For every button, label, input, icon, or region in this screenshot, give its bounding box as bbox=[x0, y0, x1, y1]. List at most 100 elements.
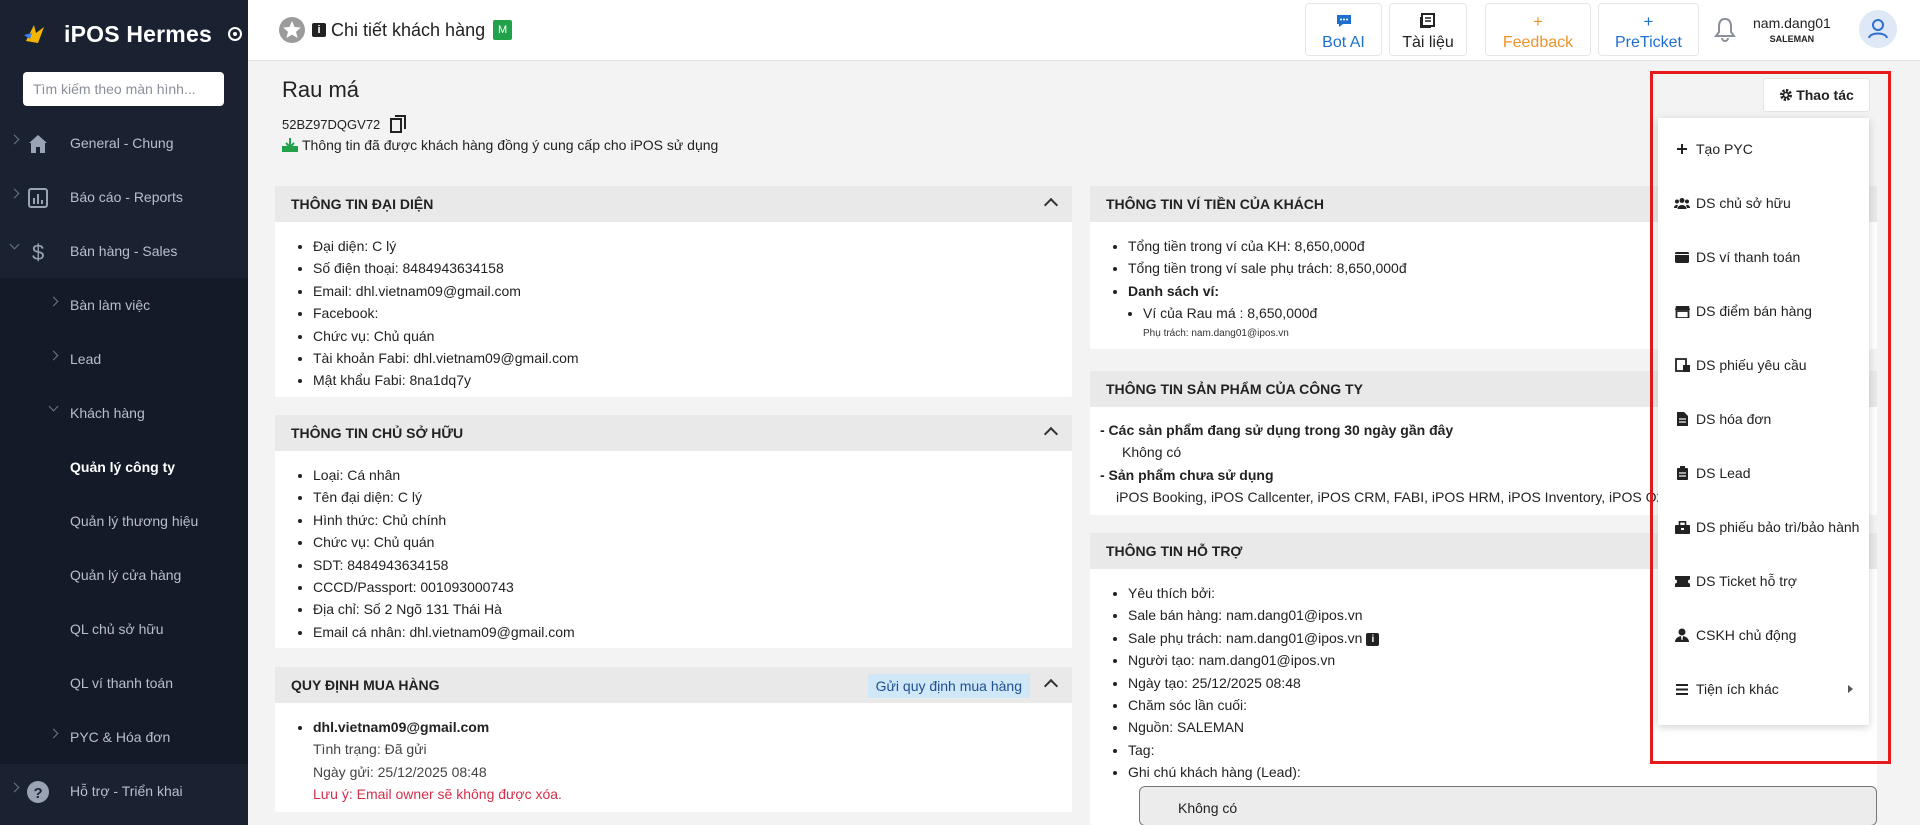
bot-ai-label: Bot AI bbox=[1322, 34, 1365, 51]
customer-code: 52BZ97DQGV72 bbox=[282, 116, 381, 132]
sidebar-item-sales[interactable]: $ Bán hàng - Sales bbox=[0, 224, 248, 278]
list-item: Facebook: bbox=[313, 302, 1072, 324]
list-item: Số điện thoại: 8484943634158 bbox=[313, 257, 1072, 279]
card-title: THÔNG TIN ĐẠI DIỆN bbox=[291, 196, 434, 212]
card-title: THÔNG TIN CHỦ SỞ HỮU bbox=[291, 425, 464, 441]
sidebar-item-workspace[interactable]: Bàn làm việc bbox=[0, 278, 248, 332]
sidebar-item-pyc-invoice[interactable]: PYC & Hóa đơn bbox=[0, 710, 248, 764]
sidebar-search-input[interactable] bbox=[23, 72, 224, 106]
customer-code-row: 52BZ97DQGV72 bbox=[282, 115, 407, 133]
menu-item-more-utilities[interactable]: Tiện ích khác bbox=[1658, 669, 1869, 709]
copy-icon[interactable] bbox=[390, 115, 407, 133]
menu-item-label: DS phiếu bảo trì/bảo hành bbox=[1696, 519, 1860, 535]
sidebar-item-label: Hỗ trợ - Triển khai bbox=[70, 783, 183, 799]
menu-item-support-tickets[interactable]: DS Ticket hỗ trợ bbox=[1658, 561, 1869, 601]
page-header: i Chi tiết khách hàng M bbox=[278, 16, 513, 44]
chevron-right-icon bbox=[48, 728, 59, 739]
dollar-icon: $ bbox=[32, 240, 44, 264]
sidebar: iPOS Hermes General - Chung Báo cáo - Re… bbox=[0, 0, 248, 825]
list-item: Tài khoản Fabi: dhl.vietnam09@gmail.com bbox=[313, 347, 1072, 369]
sidebar-item-general[interactable]: General - Chung bbox=[0, 116, 248, 170]
consent-row: Thông tin đã được khách hàng đồng ý cung… bbox=[282, 137, 718, 153]
owner-card: THÔNG TIN CHỦ SỞ HỮU Loại: Cá nhân Tên đ… bbox=[275, 415, 1072, 648]
info-icon: i bbox=[312, 23, 326, 37]
purchase-note: Lưu ý: Email owner sẽ không được xóa. bbox=[313, 786, 562, 803]
menu-item-maintenance[interactable]: DS phiếu bảo trì/bảo hành bbox=[1658, 507, 1869, 547]
ticket-icon bbox=[1674, 573, 1690, 589]
avatar[interactable] bbox=[1859, 10, 1897, 48]
actions-button[interactable]: Thao tác bbox=[1763, 78, 1870, 112]
preticket-button[interactable]: + PreTicket bbox=[1598, 3, 1699, 56]
list-item: Hình thức: Chủ chính bbox=[313, 509, 1072, 531]
chevron-up-icon[interactable] bbox=[1043, 426, 1059, 442]
sidebar-item-label: Lead bbox=[70, 351, 102, 367]
menu-item-leads[interactable]: DS Lead bbox=[1658, 453, 1869, 493]
bell-icon[interactable] bbox=[1713, 16, 1737, 42]
sidebar-item-label: PYC & Hóa đơn bbox=[70, 729, 171, 745]
users-icon bbox=[1674, 195, 1690, 211]
sidebar-item-stores[interactable]: Quản lý cửa hàng bbox=[0, 548, 248, 602]
status-badge: M bbox=[493, 20, 513, 40]
list-item: Chức vụ: Chủ quán bbox=[313, 531, 1072, 553]
representative-card: THÔNG TIN ĐẠI DIỆN Đại diện: C lý Số điệ… bbox=[275, 186, 1072, 397]
list-item: Đại diện: C lý bbox=[313, 235, 1072, 257]
sidebar-item-label: QL ví thanh toán bbox=[70, 675, 173, 691]
sidebar-item-reports[interactable]: Báo cáo - Reports bbox=[0, 170, 248, 224]
sidebar-item-customers[interactable]: Khách hàng bbox=[0, 386, 248, 440]
user-tie-icon bbox=[1674, 627, 1690, 643]
sidebar-item-brand[interactable]: Quản lý thương hiệu bbox=[0, 494, 248, 548]
menu-item-create-pyc[interactable]: Tạo PYC bbox=[1658, 129, 1869, 169]
favorite-star-icon[interactable] bbox=[278, 16, 306, 44]
menu-icon bbox=[1674, 681, 1690, 697]
purchase-header[interactable]: QUY ĐỊNH MUA HÀNG Gửi quy định mua hàng bbox=[275, 667, 1072, 703]
chevron-down-icon bbox=[48, 401, 59, 412]
sidebar-item-owners[interactable]: QL chủ sở hữu bbox=[0, 602, 248, 656]
card-title: THÔNG TIN VÍ TIỀN CỦA KHÁCH bbox=[1106, 196, 1325, 212]
owner-header[interactable]: THÔNG TIN CHỦ SỞ HỮU bbox=[275, 415, 1072, 451]
docs-button[interactable]: Tài liệu bbox=[1389, 3, 1467, 56]
feedback-button[interactable]: + Feedback bbox=[1485, 3, 1591, 56]
info-icon[interactable]: i bbox=[1366, 632, 1380, 646]
feedback-label: Feedback bbox=[1502, 34, 1574, 51]
send-purchase-policy-button[interactable]: Gửi quy định mua hàng bbox=[867, 674, 1030, 698]
purchase-email: dhl.vietnam09@gmail.com bbox=[313, 719, 490, 735]
menu-item-invoices[interactable]: DS hóa đơn bbox=[1658, 399, 1869, 439]
menu-item-label: DS ví thanh toán bbox=[1696, 249, 1801, 265]
purchase-status: Tình trạng: Đã gửi bbox=[313, 741, 427, 758]
username: nam.dang01 bbox=[1753, 15, 1831, 31]
user-info[interactable]: nam.dang01 SALEMAN bbox=[1753, 15, 1831, 44]
bot-ai-button[interactable]: Bot AI bbox=[1305, 3, 1382, 56]
list-item: Email cá nhân: dhl.vietnam09@gmail.com bbox=[313, 621, 1072, 643]
app-logo-icon bbox=[24, 25, 44, 43]
sidebar-item-wallets[interactable]: QL ví thanh toán bbox=[0, 656, 248, 710]
radio-dot-icon[interactable] bbox=[227, 27, 242, 41]
chevron-up-icon[interactable] bbox=[1043, 678, 1059, 694]
sidebar-item-company[interactable]: Quản lý công ty bbox=[0, 440, 248, 494]
chevron-up-icon[interactable] bbox=[1043, 197, 1059, 213]
list-item: Ghi chú khách hàng (Lead): bbox=[1128, 761, 1877, 783]
book-icon bbox=[1390, 12, 1466, 32]
help-icon: ? bbox=[27, 781, 49, 803]
menu-item-label: DS hóa đơn bbox=[1696, 411, 1772, 427]
menu-item-owners[interactable]: DS chủ sở hữu bbox=[1658, 183, 1869, 223]
menu-item-stores[interactable]: DS điểm bán hàng bbox=[1658, 291, 1869, 331]
menu-item-label: DS chủ sở hữu bbox=[1696, 195, 1791, 211]
sidebar-item-label: Bán hàng - Sales bbox=[70, 243, 178, 259]
list-item: Chức vụ: Chủ quán bbox=[313, 325, 1072, 347]
menu-item-wallets[interactable]: DS ví thanh toán bbox=[1658, 237, 1869, 277]
menu-item-label: DS Ticket hỗ trợ bbox=[1696, 573, 1797, 589]
sidebar-item-label: General - Chung bbox=[70, 135, 174, 151]
purchase-list: dhl.vietnam09@gmail.com Tình trạng: Đã g… bbox=[275, 716, 1072, 806]
sidebar-item-lead[interactable]: Lead bbox=[0, 332, 248, 386]
plus-icon: + bbox=[1533, 12, 1543, 31]
menu-item-label: DS điểm bán hàng bbox=[1696, 303, 1812, 319]
actions-label: Thao tác bbox=[1796, 87, 1854, 103]
menu-item-requests[interactable]: DS phiếu yêu cầu bbox=[1658, 345, 1869, 385]
sidebar-item-support[interactable]: ? Hỗ trợ - Triển khai bbox=[0, 764, 248, 818]
card-title: THÔNG TIN SẢN PHẨM CỦA CÔNG TY bbox=[1106, 381, 1363, 397]
menu-item-label: Tiện ích khác bbox=[1696, 681, 1779, 697]
topbar: i Chi tiết khách hàng M Bot AI Tài liệu … bbox=[248, 0, 1920, 61]
representative-header[interactable]: THÔNG TIN ĐẠI DIỆN bbox=[275, 186, 1072, 222]
menu-item-proactive-care[interactable]: CSKH chủ động bbox=[1658, 615, 1869, 655]
invoice-icon bbox=[1674, 411, 1690, 427]
